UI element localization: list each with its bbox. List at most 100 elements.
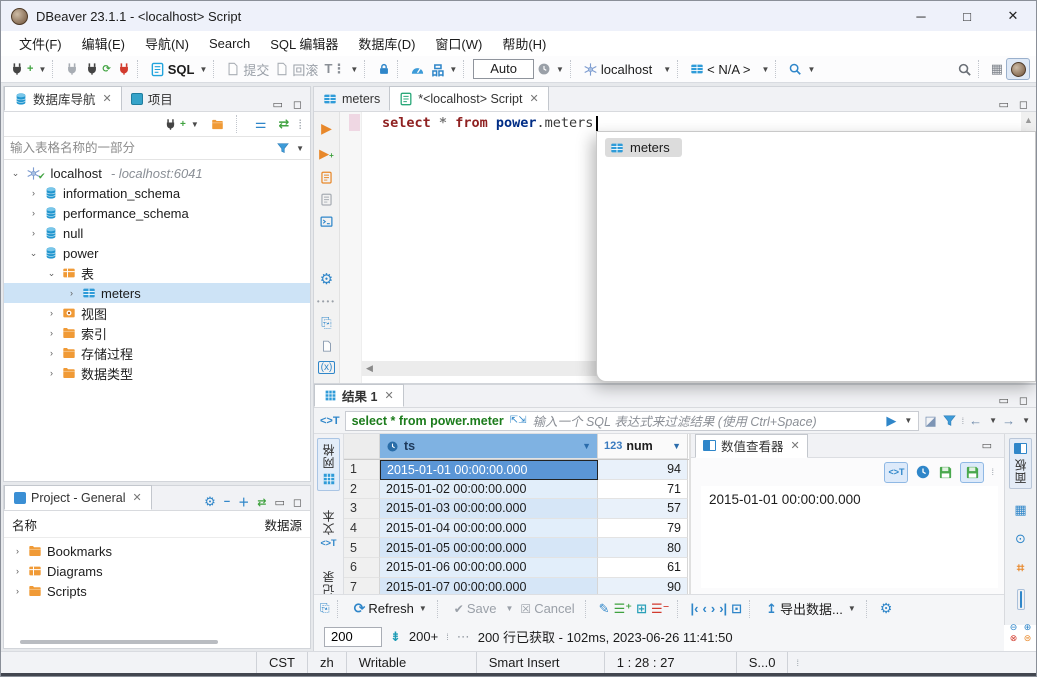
minimize-panel-icon[interactable]: ▭ (272, 98, 282, 111)
close-icon[interactable]: ✕ (529, 92, 538, 105)
tree-node-indexes[interactable]: ›索引 (4, 323, 310, 343)
refresh-button[interactable]: ⟳Refresh▼ (351, 598, 430, 619)
menu-navigate[interactable]: 导航(N) (135, 31, 199, 56)
focus-row-icon[interactable]: ⊡ (731, 601, 742, 617)
maximize-panel-icon[interactable]: ◻ (1019, 394, 1028, 407)
project-item-scripts[interactable]: ›Scripts (4, 581, 310, 601)
variables-button[interactable]: (x) (318, 361, 336, 374)
minimize-panel-icon[interactable]: ▭ (274, 496, 284, 509)
chevron-right-icon[interactable]: › (12, 546, 23, 556)
column-header-ts[interactable]: ts▼ (380, 434, 598, 459)
new-folder-button[interactable] (208, 116, 227, 133)
menu-edit[interactable]: 编辑(E) (72, 31, 135, 56)
chevron-right-icon[interactable]: › (28, 208, 39, 218)
sort-caret-icon[interactable]: ▼ (582, 441, 591, 451)
maximize-panel-icon[interactable]: ◻ (293, 98, 302, 111)
duplicate-row-icon[interactable]: ⊞ (636, 601, 647, 617)
grid-row-6[interactable]: 62015-01-06 00:00:00.00061 (344, 558, 689, 578)
nav-forward-caret[interactable]: ▼ (1022, 416, 1030, 425)
cancel-button[interactable]: ☒Cancel (517, 599, 577, 618)
network-button[interactable]: 品▼ (428, 58, 460, 81)
tab-value-viewer[interactable]: 数值查看器✕ (695, 434, 808, 458)
expand-all-icon[interactable]: ＋ (238, 494, 249, 510)
clear-filter-icon[interactable]: ◪ (924, 413, 936, 429)
close-icon[interactable]: ✕ (384, 389, 393, 402)
chevron-right-icon[interactable]: › (12, 586, 23, 596)
grid-row-1[interactable]: 12015-01-01 00:00:00.00094 (344, 460, 689, 480)
chevron-right-icon[interactable]: › (46, 308, 57, 318)
grid-row-2[interactable]: 22015-01-02 00:00:00.00071 (344, 480, 689, 500)
datetime-mode-icon[interactable] (915, 464, 931, 480)
result-filter-input[interactable]: select * from power.meter ⇱⇲ 输入一个 SQL 表达… (345, 411, 920, 431)
minimize-panel-icon[interactable]: ▭ (982, 439, 992, 452)
menu-window[interactable]: 窗口(W) (425, 31, 492, 56)
explain-plan-button[interactable] (319, 193, 334, 206)
apply-filter-icon[interactable]: ▶ (886, 413, 896, 429)
references-panel-icon[interactable]: ▦ (1014, 502, 1026, 518)
writable-indicator[interactable]: Writable (346, 652, 476, 673)
nav-back-caret[interactable]: ▼ (989, 416, 997, 425)
project-item-diagrams[interactable]: ›Diagrams (4, 561, 310, 581)
view-text-tab[interactable]: 文本<>T (318, 505, 339, 552)
active-connection-combo[interactable]: localhost▼ (580, 60, 674, 79)
tab-results-1[interactable]: 结果 1✕ (314, 384, 404, 407)
column-name[interactable]: 名称 (12, 515, 37, 534)
tab-projects[interactable]: 项目 (122, 86, 182, 111)
save-value-as-button[interactable] (960, 462, 984, 483)
execute-statement-button[interactable]: ▶ (321, 120, 332, 137)
calc-panel-icon[interactable]: ⌗ (1017, 560, 1024, 576)
tree-node-information-schema[interactable]: ›information_schema (4, 183, 310, 203)
filter-caret-icon[interactable]: ▼ (296, 144, 304, 153)
project-item-bookmarks[interactable]: ›Bookmarks (4, 541, 310, 561)
grid-row-3[interactable]: 32015-01-03 00:00:00.00057 (344, 499, 689, 519)
maximize-panel-icon[interactable]: ◻ (1019, 98, 1028, 111)
tree-node-meters[interactable]: ›meters (4, 283, 310, 303)
tree-node-performance-schema[interactable]: ›performance_schema (4, 203, 310, 223)
collapse-all-button[interactable]: ⚌ (252, 114, 270, 134)
nav-back-icon[interactable]: ← (969, 413, 982, 428)
menu-sql-editor[interactable]: SQL 编辑器 (260, 31, 348, 56)
filter-history-caret-icon[interactable]: ▼ (904, 416, 912, 425)
delete-row-icon[interactable]: ☰⁻ (651, 601, 670, 617)
transaction-mode-button[interactable]: T⋮▼ (321, 59, 361, 79)
minimize-panel-icon[interactable]: ▭ (998, 98, 1008, 111)
chevron-right-icon[interactable]: › (12, 566, 23, 576)
export-data-button[interactable]: ↥导出数据...▼ (763, 597, 859, 620)
collapse-all-icon[interactable]: − (224, 496, 230, 508)
column-datasource[interactable]: 数据源 (264, 515, 302, 534)
save-value-icon[interactable] (938, 465, 953, 480)
open-perspective-button[interactable]: ▦ (988, 59, 1006, 79)
chevron-down-icon[interactable]: ⌄ (28, 248, 39, 259)
chevron-right-icon[interactable]: › (66, 288, 77, 298)
save-caret-icon[interactable]: ▼ (506, 604, 514, 613)
panel-menu-dots-icon[interactable]: ⁞ (991, 467, 994, 477)
chevron-right-icon[interactable]: › (46, 348, 57, 358)
close-icon[interactable]: ✕ (132, 491, 141, 504)
commit-button[interactable]: 提交 (223, 58, 272, 81)
editor-settings-gear-icon[interactable]: ⚙ (320, 270, 333, 288)
reconnect-button[interactable]: ⟳ (82, 60, 113, 78)
connect-button[interactable] (62, 60, 82, 78)
transaction-log-button[interactable]: ▼ (534, 60, 567, 78)
fetch-size-input[interactable] (324, 627, 382, 647)
autocomplete-item-meters[interactable]: meters (605, 138, 682, 157)
add-row-icon[interactable]: ☰⁺ (614, 601, 633, 617)
value-panel-icon[interactable] (1017, 589, 1025, 610)
rollback-button[interactable]: 回滚 (272, 58, 321, 81)
tab-meters[interactable]: meters (314, 86, 389, 111)
heap-status-indicator[interactable]: S...0 (736, 652, 789, 673)
minimize-button[interactable]: ─ (898, 1, 944, 31)
value-text-mode-button[interactable]: <>T (884, 462, 908, 483)
chevron-right-icon[interactable]: › (46, 368, 57, 378)
fetch-more-icon[interactable]: ⇟ (390, 629, 401, 645)
prev-row-icon[interactable]: ‹ (703, 601, 707, 616)
overflow-dots[interactable]: ⋯ (457, 629, 470, 645)
table-filter-input[interactable] (4, 137, 276, 159)
horizontal-scrollbar[interactable] (20, 640, 218, 644)
view-grid-tab[interactable]: 网格 (317, 438, 340, 491)
fetch-more-label[interactable]: 200+ (409, 629, 438, 644)
lock-icon[interactable] (374, 60, 394, 78)
grid-row-5[interactable]: 52015-01-05 00:00:00.00080 (344, 538, 689, 558)
link-with-editor-button[interactable]: ⇄ (275, 114, 292, 134)
execute-script-button[interactable] (319, 171, 334, 184)
